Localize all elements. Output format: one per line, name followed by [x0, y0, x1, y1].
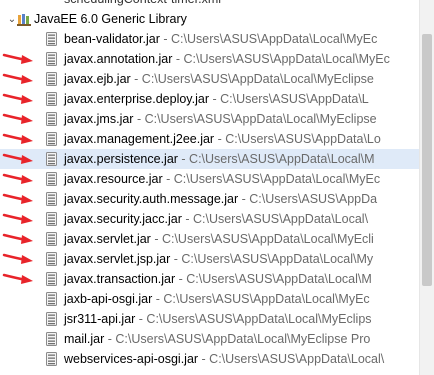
jar-label: javax.servlet.jar - C:\Users\ASUS\AppDat…: [64, 229, 374, 249]
tree-row-partial[interactable]: schedulingContext-timer.xml: [0, 0, 420, 9]
jar-file-icon: [46, 92, 57, 106]
jar-name: javax.enterprise.deploy.jar: [64, 92, 209, 106]
jar-path: - C:\Users\ASUS\AppData\Local\MyEc: [172, 52, 390, 66]
jar-row[interactable]: javax.persistence.jar - C:\Users\ASUS\Ap…: [0, 149, 420, 169]
jar-path: - C:\Users\ASUS\AppData\Local\M: [177, 152, 375, 166]
jar-file-icon: [46, 212, 57, 226]
partial-file-label: schedulingContext-timer.xml: [64, 0, 221, 9]
jar-file-icon: [46, 152, 57, 166]
jar-row[interactable]: bean-validator.jar - C:\Users\ASUS\AppDa…: [0, 29, 420, 49]
jar-row[interactable]: javax.security.auth.message.jar - C:\Use…: [0, 189, 420, 209]
library-icon: [17, 14, 31, 26]
jar-file-icon: [46, 312, 57, 326]
jar-label: javax.servlet.jsp.jar - C:\Users\ASUS\Ap…: [64, 249, 373, 269]
jar-row[interactable]: javax.transaction.jar - C:\Users\ASUS\Ap…: [0, 269, 420, 289]
jar-file-icon: [46, 172, 57, 186]
jar-name: javax.resource.jar: [64, 172, 163, 186]
jar-name: mail.jar: [64, 332, 105, 346]
jar-path: - C:\Users\ASUS\AppData\Local\MyEcli: [150, 232, 374, 246]
jar-file-icon: [46, 352, 57, 366]
jar-file-icon: [46, 52, 57, 66]
jar-path: - C:\Users\ASUS\AppData\Local\MyEclips: [135, 312, 372, 326]
jar-path: - C:\Users\ASUS\AppData\Lo: [214, 132, 381, 146]
jar-name: javax.transaction.jar: [64, 272, 176, 286]
jar-row[interactable]: jaxb-api-osgi.jar - C:\Users\ASUS\AppDat…: [0, 289, 420, 309]
jar-row[interactable]: javax.jms.jar - C:\Users\ASUS\AppData\Lo…: [0, 109, 420, 129]
jar-path: - C:\Users\ASUS\AppData\Local\: [181, 212, 369, 226]
jar-path: - C:\Users\ASUS\AppData\Local\MyEc: [152, 292, 370, 306]
jar-file-icon: [46, 272, 57, 286]
jar-row[interactable]: javax.servlet.jar - C:\Users\ASUS\AppDat…: [0, 229, 420, 249]
jar-label: javax.resource.jar - C:\Users\ASUS\AppDa…: [64, 169, 380, 189]
jar-label: jaxb-api-osgi.jar - C:\Users\ASUS\AppDat…: [64, 289, 370, 309]
jar-label: bean-validator.jar - C:\Users\ASUS\AppDa…: [64, 29, 377, 49]
jar-name: javax.servlet.jar: [64, 232, 151, 246]
jar-row[interactable]: javax.annotation.jar - C:\Users\ASUS\App…: [0, 49, 420, 69]
jar-label: javax.ejb.jar - C:\Users\ASUS\AppData\Lo…: [64, 69, 374, 89]
jar-file-icon: [46, 192, 57, 206]
jar-row[interactable]: webservices-api-osgi.jar - C:\Users\ASUS…: [0, 349, 420, 369]
jar-name: javax.jms.jar: [64, 112, 134, 126]
jar-path: - C:\Users\ASUS\AppData\Local\: [198, 352, 385, 366]
jar-row[interactable]: mail.jar - C:\Users\ASUS\AppData\Local\M…: [0, 329, 420, 349]
jar-path: - C:\Users\ASUS\AppData\Local\MyEc: [159, 32, 378, 46]
jar-name: webservices-api-osgi.jar: [64, 352, 199, 366]
jar-path: - C:\Users\ASUS\AppData\L: [208, 92, 369, 106]
jar-name: javax.ejb.jar: [64, 72, 131, 86]
jar-label: javax.transaction.jar - C:\Users\ASUS\Ap…: [64, 269, 372, 289]
jar-row[interactable]: javax.servlet.jsp.jar - C:\Users\ASUS\Ap…: [0, 249, 420, 269]
jar-path: - C:\Users\ASUS\AppData\Local\M: [175, 272, 372, 286]
package-explorer-tree: schedulingContext-timer.xml ⌄ JavaEE 6.0…: [0, 0, 420, 375]
jar-name: jsr311-api.jar: [64, 312, 136, 326]
jar-label: javax.annotation.jar - C:\Users\ASUS\App…: [64, 49, 390, 69]
jar-file-icon: [46, 292, 57, 306]
jar-path: - C:\Users\ASUS\AppData\Local\MyEclipse …: [104, 332, 371, 346]
jar-file-icon: [46, 32, 57, 46]
jar-name: javax.servlet.jsp.jar: [64, 252, 171, 266]
jar-row[interactable]: javax.enterprise.deploy.jar - C:\Users\A…: [0, 89, 420, 109]
jar-name: bean-validator.jar: [64, 32, 160, 46]
jar-label: jsr311-api.jar - C:\Users\ASUS\AppData\L…: [64, 309, 372, 329]
expand-chevron-icon[interactable]: ⌄: [7, 9, 17, 29]
jar-path: - C:\Users\ASUS\AppData\Local\My: [170, 252, 374, 266]
jar-label: webservices-api-osgi.jar - C:\Users\ASUS…: [64, 349, 384, 369]
scrollbar-thumb[interactable]: [422, 34, 432, 286]
jar-file-icon: [46, 232, 57, 246]
jar-label: mail.jar - C:\Users\ASUS\AppData\Local\M…: [64, 329, 370, 349]
jar-name: javax.management.j2ee.jar: [64, 132, 215, 146]
jar-label: javax.management.j2ee.jar - C:\Users\ASU…: [64, 129, 381, 149]
jar-label: javax.security.jacc.jar - C:\Users\ASUS\…: [64, 209, 368, 229]
jar-name: javax.persistence.jar: [64, 152, 178, 166]
jar-file-icon: [46, 332, 57, 346]
jar-file-icon: [46, 252, 57, 266]
jar-name: javax.security.jacc.jar: [64, 212, 182, 226]
jar-name: javax.security.auth.message.jar: [64, 192, 239, 206]
jar-path: - C:\Users\ASUS\AppData\Local\MyEclipse: [133, 112, 377, 126]
jar-row[interactable]: javax.security.jacc.jar - C:\Users\ASUS\…: [0, 209, 420, 229]
tree-row-library[interactable]: ⌄ JavaEE 6.0 Generic Library: [0, 9, 420, 29]
jar-file-icon: [46, 112, 57, 126]
jar-file-icon: [46, 132, 57, 146]
jar-file-icon: [46, 72, 57, 86]
jar-label: javax.security.auth.message.jar - C:\Use…: [64, 189, 377, 209]
jar-row[interactable]: javax.resource.jar - C:\Users\ASUS\AppDa…: [0, 169, 420, 189]
jar-label: javax.persistence.jar - C:\Users\ASUS\Ap…: [64, 149, 375, 169]
jar-path: - C:\Users\ASUS\AppData\Local\MyEclipse: [130, 72, 374, 86]
jar-path: - C:\Users\ASUS\AppData\Local\MyEc: [162, 172, 381, 186]
jar-label: javax.jms.jar - C:\Users\ASUS\AppData\Lo…: [64, 109, 377, 129]
library-label: JavaEE 6.0 Generic Library: [34, 12, 187, 26]
jar-name: jaxb-api-osgi.jar: [64, 292, 153, 306]
jar-row[interactable]: javax.management.j2ee.jar - C:\Users\ASU…: [0, 129, 420, 149]
vertical-scrollbar[interactable]: [419, 0, 434, 375]
jar-name: javax.annotation.jar: [64, 52, 173, 66]
jar-path: - C:\Users\ASUS\AppDa: [238, 192, 378, 206]
jar-row[interactable]: javax.ejb.jar - C:\Users\ASUS\AppData\Lo…: [0, 69, 420, 89]
jar-label: javax.enterprise.deploy.jar - C:\Users\A…: [64, 89, 369, 109]
jar-row[interactable]: jsr311-api.jar - C:\Users\ASUS\AppData\L…: [0, 309, 420, 329]
